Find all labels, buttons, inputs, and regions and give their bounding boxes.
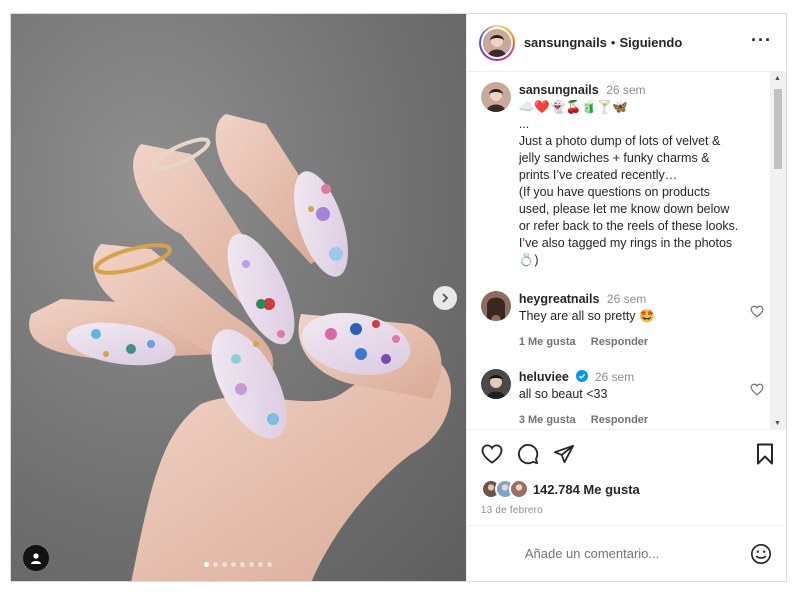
reply-button[interactable]: Responder <box>591 336 648 348</box>
caption: sansungnails 26 sem ☁️❤️👻🍒🧃🍸🦋... Just a p… <box>480 82 764 269</box>
caption-line: 💍) <box>518 253 539 267</box>
comment-item: heygreatnails 26 sem They are all so pre… <box>480 291 764 351</box>
likes-count[interactable]: 142.784 Me gusta <box>533 482 640 497</box>
post-date[interactable]: 13 de febrero <box>467 500 786 516</box>
commenter-avatar[interactable] <box>480 369 511 399</box>
caption-line: jelly sandwiches + funky charms & <box>518 151 710 165</box>
heart-icon[interactable] <box>481 444 503 464</box>
caption-line: used, please let me know down below <box>518 202 730 216</box>
tagged-users-button[interactable] <box>23 545 49 571</box>
post-photo <box>29 114 452 581</box>
separator-dot: • <box>610 35 616 50</box>
caption-line: ☁️❤️👻🍒🧃🍸🦋 <box>518 100 628 114</box>
following-button[interactable]: Siguiendo <box>619 35 682 50</box>
verified-badge-icon <box>576 370 589 382</box>
commenter-avatar[interactable] <box>480 291 511 321</box>
more-options-icon[interactable]: ··· <box>751 31 772 51</box>
caption-line: Just a photo dump of lots of velvet & <box>518 134 721 148</box>
liker-avatar <box>508 479 529 499</box>
comments-scrollbar[interactable]: ▲ ▼ <box>770 72 786 430</box>
comment-username[interactable]: heygreatnails <box>519 292 600 306</box>
post-media[interactable] <box>11 14 466 581</box>
comment-text: all so beaut <33 <box>518 387 608 401</box>
caption-text: ☁️❤️👻🍒🧃🍸🦋... Just a photo dump of lots of… <box>519 99 764 269</box>
avatar-image <box>482 28 511 57</box>
caption-line: or refer back to the reels of these look… <box>518 219 739 233</box>
emoji-icon[interactable] <box>750 543 772 565</box>
comment-item: heluviee 26 sem all so beaut <33 3 Me gu… <box>480 369 764 429</box>
comment-likes-count[interactable]: 1 Me gusta <box>519 336 576 348</box>
comment-time[interactable]: 26 sem <box>595 370 634 384</box>
carousel-dot <box>222 562 228 567</box>
comment-icon[interactable] <box>517 443 539 465</box>
comments-section[interactable]: sansungnails 26 sem ☁️❤️👻🍒🧃🍸🦋... Just a p… <box>466 72 786 430</box>
comment-likes-count[interactable]: 3 Me gusta <box>519 414 576 426</box>
post-dialog: sansungnails • Siguiendo ··· sansungnail… <box>10 13 787 582</box>
caption-time[interactable]: 26 sem <box>606 83 645 97</box>
post-actions <box>467 430 786 478</box>
scrollbar-thumb[interactable] <box>774 89 782 169</box>
carousel-indicator <box>11 562 466 567</box>
caption-line: prints I’ve created recently… <box>518 168 678 182</box>
comment-time[interactable]: 26 sem <box>607 292 646 306</box>
chevron-right-icon <box>442 293 449 303</box>
author-avatar[interactable] <box>478 24 515 61</box>
carousel-dot <box>267 562 273 567</box>
comment-input[interactable] <box>524 546 750 561</box>
bookmark-icon[interactable] <box>756 443 774 465</box>
reply-button[interactable]: Responder <box>591 414 648 426</box>
caption-avatar[interactable] <box>480 82 511 112</box>
heart-icon[interactable] <box>750 383 764 396</box>
carousel-dot <box>240 562 246 567</box>
carousel-dot <box>258 562 264 567</box>
caption-username[interactable]: sansungnails <box>519 83 599 97</box>
carousel-dot <box>204 562 210 567</box>
carousel-dot <box>213 562 219 567</box>
author-username[interactable]: sansungnails <box>524 35 607 50</box>
post-side-panel: sansungnails • Siguiendo ··· sansungnail… <box>465 14 786 581</box>
comment-username[interactable]: heluviee <box>519 370 569 384</box>
carousel-dot <box>231 562 237 567</box>
likers-avatars <box>480 479 529 499</box>
caption-line: (If you have questions on products <box>518 185 710 199</box>
heart-icon[interactable] <box>750 305 764 318</box>
likes-row[interactable]: 142.784 Me gusta <box>467 478 786 500</box>
post-header: sansungnails • Siguiendo ··· <box>466 14 786 72</box>
caption-line: I’ve also tagged my rings in the photos <box>518 236 733 250</box>
add-comment-bar <box>466 525 786 581</box>
next-slide-button[interactable] <box>433 286 457 310</box>
comment-text: They are all so pretty 🤩 <box>518 309 655 323</box>
caption-line: ... <box>518 117 530 131</box>
carousel-dot <box>249 562 255 567</box>
paper-plane-icon[interactable] <box>553 444 575 464</box>
